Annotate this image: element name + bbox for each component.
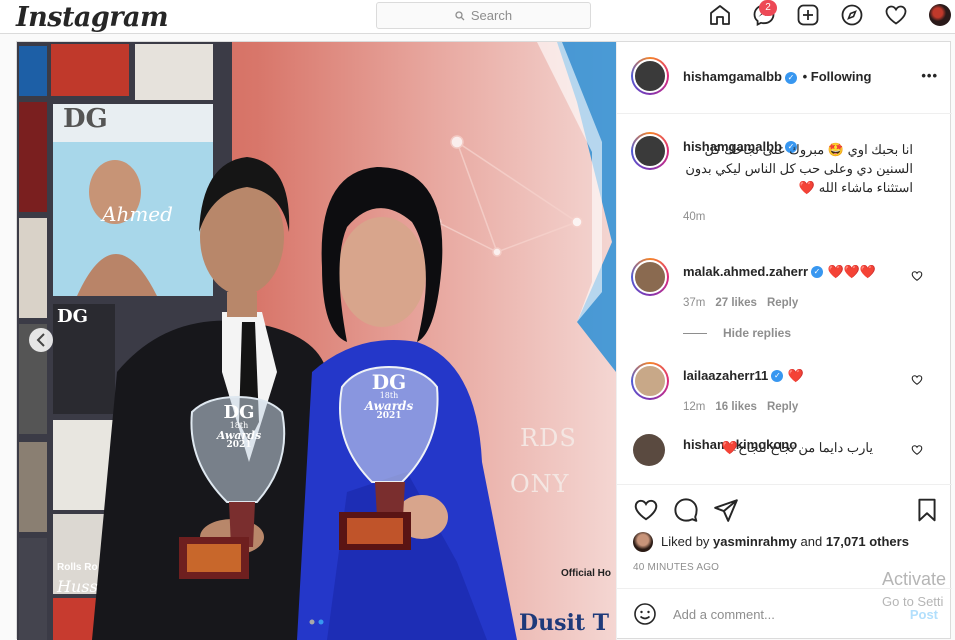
profile-avatar[interactable] [929, 4, 951, 26]
search-box[interactable]: Search [376, 2, 591, 29]
comment-icon[interactable] [673, 497, 699, 523]
verified-icon: ✓ [784, 71, 797, 84]
emoji-icon[interactable] [633, 602, 657, 626]
more-options-icon[interactable]: ••• [921, 68, 938, 83]
bookmark-icon[interactable] [914, 497, 940, 523]
search-placeholder: Search [470, 8, 513, 23]
carousel-dot-2 [318, 619, 324, 625]
comment-item: malak.ahmed.zaherr ✓ ❤️❤️❤️ 37m 27 likes Re… [683, 263, 913, 309]
hide-replies-button[interactable]: Hide replies [683, 326, 791, 340]
comment-avatar[interactable] [631, 258, 669, 296]
carousel-dot-1 [309, 619, 315, 625]
mag-hass: Huss [57, 577, 98, 596]
author-username[interactable]: hishamgamalbb [683, 69, 782, 84]
mag-sub: Rolls Ro [57, 562, 98, 573]
comment-item: hisham_kimokono يارب دايما من نجاح لنجاح… [683, 436, 913, 457]
reply-button[interactable]: Reply [767, 297, 798, 309]
share-icon[interactable] [713, 497, 739, 523]
reply-button[interactable]: Reply [767, 401, 798, 413]
comment-input[interactable]: Add a comment... [673, 607, 775, 622]
following-button[interactable]: • Following [803, 69, 872, 84]
comment-likes[interactable]: 16 likes [715, 401, 757, 413]
backdrop-text-a: RDS [520, 424, 577, 452]
comment-time: 12m [683, 401, 706, 413]
comment-username[interactable]: malak.ahmed.zaherr [683, 264, 808, 279]
liker-avatar[interactable] [633, 532, 653, 552]
carousel-prev-button[interactable] [29, 329, 53, 353]
like-icon[interactable] [633, 497, 659, 523]
explore-icon[interactable] [840, 3, 864, 27]
header-user: hishamgamalbb ✓ • Following [683, 69, 871, 84]
verified-icon: ✓ [811, 265, 824, 278]
new-post-icon[interactable] [796, 3, 820, 27]
comment-username[interactable]: lailaazaherr11 [683, 368, 768, 383]
instagram-logo[interactable]: Instagram [16, 2, 169, 33]
comment-like-icon[interactable] [911, 444, 923, 456]
home-icon[interactable] [708, 3, 732, 27]
cover-name: Ahmed [102, 202, 173, 226]
backdrop-text-d: Dusit T [519, 610, 610, 636]
liker-username[interactable]: yasminrahmy [713, 534, 797, 549]
post-comment-button[interactable]: Post [910, 607, 938, 622]
backdrop-text-b: ONY [510, 470, 570, 498]
trophy-left-text: DG 18th Awards 2021 [216, 402, 262, 450]
comment-text: ❤️ [787, 368, 804, 383]
comment-avatar[interactable] [631, 362, 669, 400]
activity-heart-icon[interactable] [884, 3, 908, 27]
watermark-line1: Activate [882, 569, 947, 589]
likes-summary: Liked by yasminrahmy and 17,071 others [661, 534, 909, 549]
caption-text: انا بحبك اوي 🤩 مبروك على نجاحك كل السنين… [685, 142, 913, 195]
post-card: DG DG Ahmed Huss Rolls Ro RDS ONY Offici… [16, 41, 952, 640]
trophy-right-text: DG 18th Awards 2021 [364, 370, 414, 421]
magazine-title: DG [57, 306, 88, 327]
cover-logo: DG [63, 104, 108, 134]
search-icon [455, 10, 465, 20]
comment-like-icon[interactable] [911, 374, 923, 386]
likes-count[interactable]: 17,071 others [826, 534, 909, 549]
watermark-line2: Go to Setti [882, 594, 944, 609]
verified-icon: ✓ [771, 369, 784, 382]
comment-text: ❤️❤️❤️ [827, 264, 877, 279]
notification-badge: 2 [759, 0, 777, 16]
caption: hishamgamalbb ✓ انا بحبك اوي 🤩 مبروك على … [683, 138, 913, 223]
comment-likes[interactable]: 27 likes [715, 297, 757, 309]
top-navigation-bar: Instagram Search 2 [0, 0, 955, 34]
caption-avatar[interactable] [631, 132, 669, 170]
author-avatar[interactable] [631, 57, 669, 95]
post-photo: DG DG Ahmed Huss Rolls Ro RDS ONY Offici… [17, 42, 616, 640]
post-header: hishamgamalbb ✓ • Following ••• [617, 42, 952, 114]
post-side-panel: hishamgamalbb ✓ • Following ••• hishamgam… [616, 42, 952, 640]
comment-time: 37m [683, 297, 706, 309]
comment-like-icon[interactable] [911, 270, 923, 282]
backdrop-text-c: Official Ho [561, 568, 612, 579]
comment-item: lailaazaherr11 ✓ ❤️ 12m 16 likes Reply [683, 367, 913, 413]
comment-avatar[interactable] [633, 434, 665, 466]
caption-time: 40m [683, 211, 706, 223]
post-timestamp: 40 MINUTES AGO [633, 562, 720, 573]
